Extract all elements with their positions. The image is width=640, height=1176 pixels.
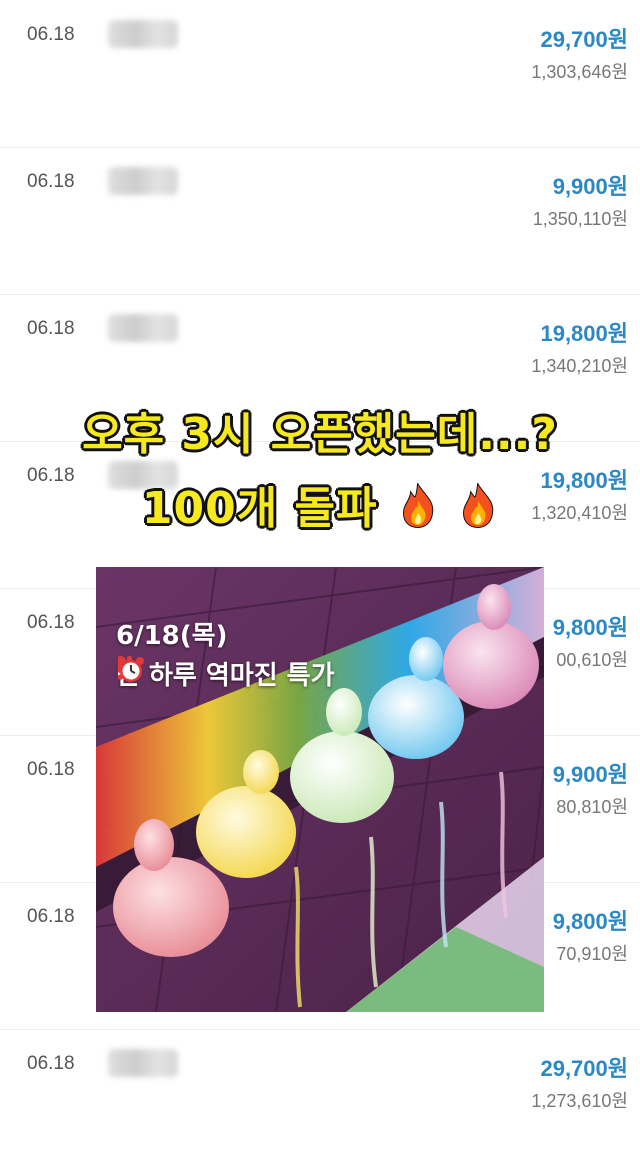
promo-line: 단 하루 역마진 특가 (116, 655, 335, 692)
headline-line-1: 오후 3시 오픈했는데...? (81, 408, 559, 462)
headline-line-2: 100개 돌파 (0, 472, 640, 536)
promo-text-after: 역마진 특가 (205, 661, 335, 691)
product-photo: 6/18(목) 단 하루 역마진 특가 (96, 567, 544, 1012)
sale-price: 9,900원 (552, 762, 628, 787)
sale-price: 19,800원 (540, 321, 628, 346)
promo-date: 6/18(목) (116, 621, 228, 651)
fire-icon (402, 483, 434, 529)
blurred-product-name (108, 1049, 178, 1077)
list-item[interactable]: 06.18 9,900원 1,350,110원 (0, 147, 640, 295)
sale-price: 29,700원 (540, 27, 628, 52)
running-total: 70,910원 (556, 944, 628, 964)
sale-date: 06.18 (27, 24, 75, 45)
running-total: 1,350,110원 (532, 209, 628, 229)
sale-price: 9,800원 (552, 909, 628, 934)
running-total: 1,340,210원 (531, 356, 628, 376)
headline-count-text: 100개 돌파 (140, 482, 378, 536)
running-total: 1,303,646원 (531, 62, 628, 82)
sale-date: 06.18 (27, 171, 75, 192)
sale-date: 06.18 (27, 612, 75, 633)
blurred-product-name (108, 314, 178, 342)
sale-date: 06.18 (27, 1053, 75, 1074)
alarm-clock-icon (118, 657, 144, 682)
sale-price: 9,800원 (552, 615, 628, 640)
sale-price: 9,900원 (552, 174, 628, 199)
sale-date: 06.18 (27, 906, 75, 927)
blurred-product-name (108, 167, 178, 195)
blurred-product-name (108, 20, 178, 48)
running-total: 00,610원 (556, 650, 628, 670)
list-item[interactable]: 06.18 29,700원 1,303,646원 (0, 0, 640, 148)
running-total: 80,810원 (556, 797, 628, 817)
list-item[interactable]: 06.18 29,700원 1,273,610원 (0, 1029, 640, 1176)
sale-price: 29,700원 (540, 1056, 628, 1081)
sale-date: 06.18 (27, 759, 75, 780)
running-total: 1,273,610원 (531, 1091, 628, 1111)
fire-icon (463, 483, 494, 529)
sale-date: 06.18 (27, 318, 75, 339)
